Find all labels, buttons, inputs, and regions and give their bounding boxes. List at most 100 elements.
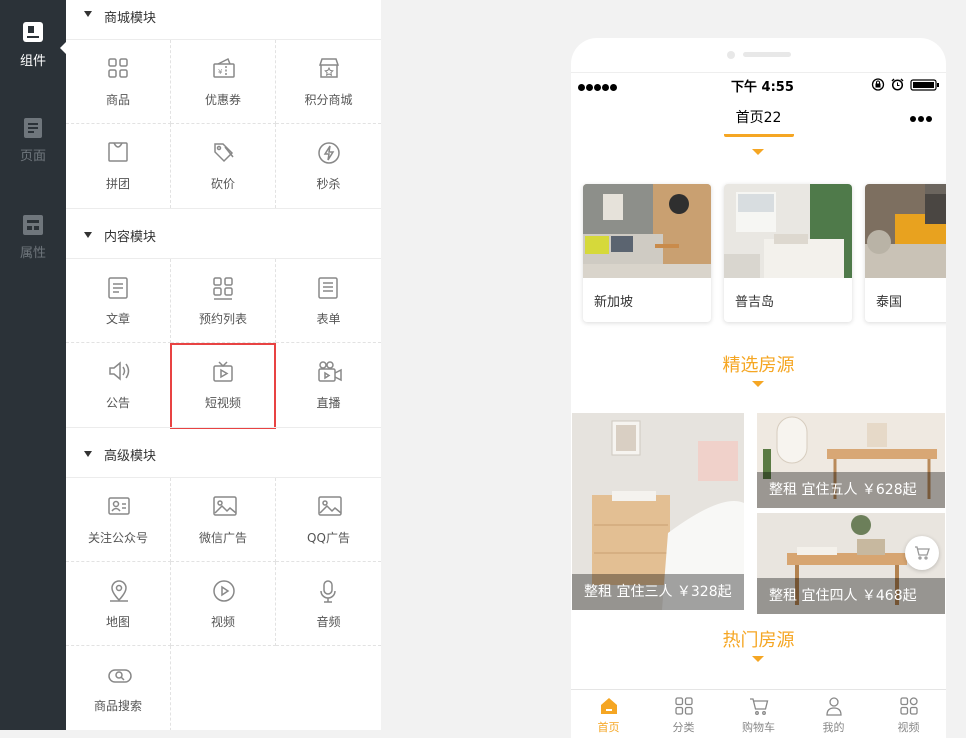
rail-item-label: 页面 xyxy=(19,149,46,164)
tab-cart[interactable]: 购物车 xyxy=(721,696,796,735)
list-grid-icon xyxy=(213,277,233,300)
component-label: 砍价 xyxy=(210,177,235,191)
component-qq-ad[interactable]: QQ广告 xyxy=(276,478,381,562)
page-icon xyxy=(24,118,42,138)
image-icon xyxy=(213,496,237,516)
tab-label: 我的 xyxy=(822,721,845,734)
left-rail: 组件 页面 属性 xyxy=(0,0,67,730)
listing-tile[interactable]: 整租 宜住五人 ￥628起 xyxy=(757,413,945,508)
section-header-mall[interactable]: 商城模块 xyxy=(66,0,381,40)
scrolled-heading-partial xyxy=(719,131,799,137)
component-notice[interactable]: 公告 xyxy=(66,343,171,427)
coupon-icon: ¥ xyxy=(213,57,235,78)
user-icon xyxy=(825,697,842,716)
component-audio[interactable]: 音频 xyxy=(276,562,381,646)
section-header-content[interactable]: 内容模块 xyxy=(66,208,381,259)
tv-icon xyxy=(213,361,233,382)
status-time: 下午 4:55 xyxy=(731,80,794,95)
component-points-mall[interactable]: 积分商城 xyxy=(276,40,381,124)
component-label: 优惠券 xyxy=(204,93,241,107)
component-label: 商品 xyxy=(105,93,130,107)
component-bargain[interactable]: 砍价 xyxy=(171,124,276,208)
destination-name: 新加坡 xyxy=(594,295,634,310)
listing-caption: 整租 宜住三人 ￥328起 xyxy=(572,574,744,610)
rail-item-label: 组件 xyxy=(19,54,46,69)
component-form[interactable]: 表单 xyxy=(276,259,381,343)
component-label: 音频 xyxy=(316,615,341,629)
component-flash-sale[interactable]: 秒杀 xyxy=(276,124,381,208)
property-icon xyxy=(23,215,43,235)
component-label: 地图 xyxy=(105,615,130,629)
component-panel: 商城模块 商品 ¥ 优惠券 积分商城 拼团 砍价 秒杀 内容模块 文章 预约列表… xyxy=(66,0,381,730)
component-video[interactable]: 视频 xyxy=(171,562,276,646)
section-header-advanced[interactable]: 高级模块 xyxy=(66,427,381,478)
component-goods[interactable]: 商品 xyxy=(66,40,171,124)
home-icon xyxy=(600,698,617,714)
microphone-icon xyxy=(320,580,336,603)
video-icon xyxy=(899,697,918,715)
component-wechat-ad[interactable]: 微信广告 xyxy=(171,478,276,562)
destination-card[interactable]: 普吉岛 xyxy=(724,184,852,322)
page-title: 首页22 xyxy=(735,110,782,126)
battery-icon xyxy=(910,79,939,91)
component-label: 文章 xyxy=(105,312,130,326)
tab-label: 视频 xyxy=(897,721,920,734)
rail-item-components[interactable]: 组件 xyxy=(0,20,66,69)
rail-item-pages[interactable]: 页面 xyxy=(0,117,66,164)
rail-item-properties[interactable]: 属性 xyxy=(0,214,66,261)
component-coupon[interactable]: ¥ 优惠券 xyxy=(171,40,276,124)
tab-home[interactable]: 首页 xyxy=(571,696,646,735)
component-follow-account[interactable]: 关注公众号 xyxy=(66,478,171,562)
rail-item-label: 属性 xyxy=(19,246,46,261)
cart-icon xyxy=(915,546,930,560)
component-label: 视频 xyxy=(210,615,235,629)
component-group-buy[interactable]: 拼团 xyxy=(66,124,171,208)
tab-category[interactable]: 分类 xyxy=(646,696,721,735)
component-label: 商品搜索 xyxy=(93,699,142,713)
section-title: 高级模块 xyxy=(104,449,157,464)
component-label: 短视频 xyxy=(204,396,241,410)
divider xyxy=(571,72,946,73)
component-icon xyxy=(23,22,43,42)
live-camera-icon xyxy=(318,361,342,382)
speaker-icon xyxy=(109,361,130,381)
destination-image xyxy=(583,184,711,278)
svg-text:¥: ¥ xyxy=(218,68,223,76)
component-short-video[interactable]: 短视频 xyxy=(170,343,276,429)
image-icon xyxy=(318,496,342,516)
component-live[interactable]: 直播 xyxy=(276,343,381,427)
tab-mine[interactable]: 我的 xyxy=(796,696,871,735)
heading-arrow-icon xyxy=(752,381,764,387)
component-goods-search[interactable]: 商品搜索 xyxy=(66,646,171,730)
listing-caption: 整租 宜住四人 ￥468起 xyxy=(757,578,945,614)
tab-video[interactable]: 视频 xyxy=(871,696,946,735)
listing-tile[interactable]: 整租 宜住三人 ￥328起 xyxy=(572,413,744,610)
more-icon[interactable] xyxy=(908,106,932,127)
component-label: QQ广告 xyxy=(307,531,350,545)
component-label: 秒杀 xyxy=(316,177,341,191)
component-booking-list[interactable]: 预约列表 xyxy=(171,259,276,343)
component-map[interactable]: 地图 xyxy=(66,562,171,646)
component-label: 直播 xyxy=(316,396,341,410)
tag-icon xyxy=(214,143,234,163)
destination-card[interactable]: 泰国 xyxy=(865,184,946,322)
category-icon xyxy=(674,697,693,715)
section-title: 商城模块 xyxy=(104,11,157,26)
destination-card[interactable]: 新加坡 xyxy=(583,184,711,322)
phone-preview: 下午 4:55 首页22 新加坡 普吉岛 泰国 精选房源 整租 宜住三人 ￥32… xyxy=(571,38,946,738)
hot-heading: 热门房源 xyxy=(722,630,795,651)
collapse-icon xyxy=(84,451,92,457)
tab-label: 购物车 xyxy=(742,721,775,734)
destination-image xyxy=(865,184,946,278)
component-article[interactable]: 文章 xyxy=(66,259,171,343)
component-label: 积分商城 xyxy=(304,93,353,107)
collapse-icon xyxy=(84,232,92,238)
bag-icon xyxy=(108,142,128,162)
article-icon xyxy=(108,277,128,299)
status-bar: 下午 4:55 xyxy=(571,75,946,95)
section-title: 内容模块 xyxy=(104,230,157,245)
floating-cart-button[interactable] xyxy=(905,536,939,570)
search-toggle-icon xyxy=(108,669,132,683)
alarm-icon xyxy=(891,78,904,91)
form-icon xyxy=(318,277,338,299)
